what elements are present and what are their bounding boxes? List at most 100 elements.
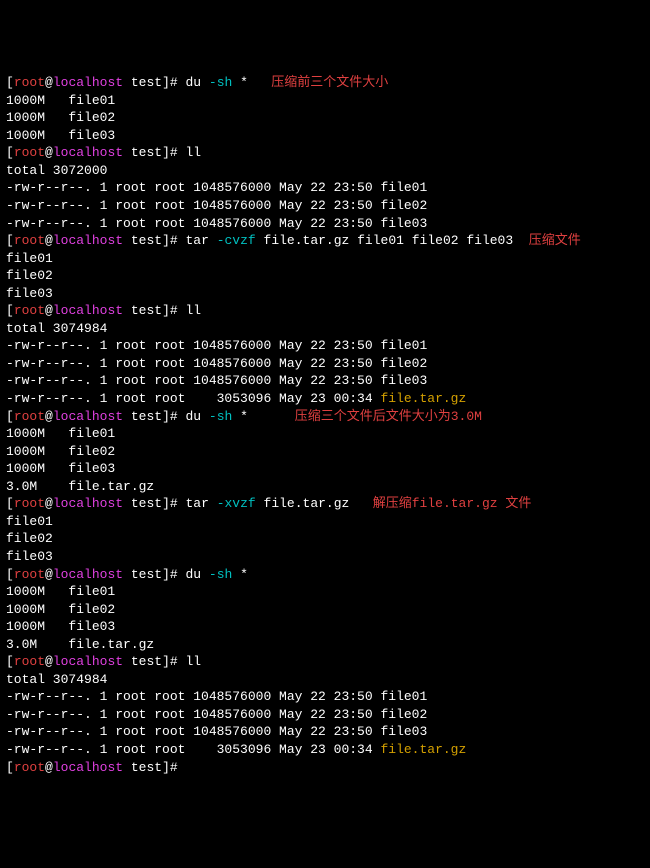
terminal-line: 1000M file01 bbox=[6, 92, 644, 110]
terminal-line: file02 bbox=[6, 530, 644, 548]
output-text: -rw-r--r--. 1 root root 1048576000 May 2… bbox=[6, 198, 427, 213]
command-flag: -sh bbox=[209, 567, 232, 582]
ls-entry: -rw-r--r--. 1 root root 3053096 May 23 0… bbox=[6, 742, 380, 757]
prompt-dir: test bbox=[123, 75, 162, 90]
annotation-comment: 压缩三个文件后文件大小为3.0M bbox=[248, 409, 482, 424]
command-text: ll bbox=[185, 145, 201, 160]
terminal-line: 1000M file02 bbox=[6, 109, 644, 127]
bracket-close: ]# bbox=[162, 75, 185, 90]
prompt-at: @ bbox=[45, 145, 53, 160]
prompt-user: root bbox=[14, 409, 45, 424]
output-text: file03 bbox=[6, 286, 53, 301]
prompt-user: root bbox=[14, 303, 45, 318]
bracket-open: [ bbox=[6, 233, 14, 248]
terminal-line: 1000M file03 bbox=[6, 618, 644, 636]
prompt-at: @ bbox=[45, 567, 53, 582]
prompt-dir: test bbox=[123, 145, 162, 160]
terminal-line: 1000M file02 bbox=[6, 601, 644, 619]
bracket-close: ]# bbox=[162, 654, 185, 669]
prompt-user: root bbox=[14, 496, 45, 511]
output-text: -rw-r--r--. 1 root root 1048576000 May 2… bbox=[6, 707, 427, 722]
bracket-close: ]# bbox=[162, 303, 185, 318]
bracket-close: ]# bbox=[162, 760, 185, 775]
command-text: tar bbox=[185, 496, 216, 511]
output-text: file01 bbox=[6, 251, 53, 266]
terminal-line: -rw-r--r--. 1 root root 1048576000 May 2… bbox=[6, 723, 644, 741]
prompt-dir: test bbox=[123, 496, 162, 511]
terminal-line: file01 bbox=[6, 250, 644, 268]
command-args: file.tar.gz file01 file02 file03 bbox=[256, 233, 513, 248]
output-text: -rw-r--r--. 1 root root 1048576000 May 2… bbox=[6, 356, 427, 371]
prompt-at: @ bbox=[45, 409, 53, 424]
prompt-host: localhost bbox=[53, 567, 123, 582]
terminal-line: -rw-r--r--. 1 root root 1048576000 May 2… bbox=[6, 355, 644, 373]
bracket-open: [ bbox=[6, 303, 14, 318]
command-flag: -cvzf bbox=[217, 233, 256, 248]
prompt-host: localhost bbox=[53, 654, 123, 669]
command-flag: -sh bbox=[209, 409, 232, 424]
bracket-open: [ bbox=[6, 760, 14, 775]
bracket-close: ]# bbox=[162, 145, 185, 160]
output-text: -rw-r--r--. 1 root root 1048576000 May 2… bbox=[6, 724, 427, 739]
output-text: -rw-r--r--. 1 root root 1048576000 May 2… bbox=[6, 338, 427, 353]
annotation-comment: 压缩文件 bbox=[513, 233, 581, 248]
output-text: 1000M file02 bbox=[6, 110, 115, 125]
terminal-line: [root@localhost test]# tar -xvzf file.ta… bbox=[6, 495, 644, 513]
output-text: total 3074984 bbox=[6, 321, 107, 336]
terminal-line: total 3072000 bbox=[6, 162, 644, 180]
output-text: -rw-r--r--. 1 root root 1048576000 May 2… bbox=[6, 373, 427, 388]
prompt-at: @ bbox=[45, 654, 53, 669]
terminal-line: -rw-r--r--. 1 root root 1048576000 May 2… bbox=[6, 706, 644, 724]
bracket-close: ]# bbox=[162, 496, 185, 511]
output-text: 1000M file01 bbox=[6, 584, 115, 599]
output-text: 1000M file01 bbox=[6, 426, 115, 441]
prompt-user: root bbox=[14, 75, 45, 90]
terminal-line: file03 bbox=[6, 548, 644, 566]
prompt-dir: test bbox=[123, 303, 162, 318]
terminal-line: 3.0M file.tar.gz bbox=[6, 636, 644, 654]
terminal-line: total 3074984 bbox=[6, 320, 644, 338]
prompt-user: root bbox=[14, 145, 45, 160]
prompt-at: @ bbox=[45, 760, 53, 775]
terminal-line: [root@localhost test]# bbox=[6, 759, 644, 777]
terminal-line: [root@localhost test]# du -sh * bbox=[6, 566, 644, 584]
bracket-open: [ bbox=[6, 654, 14, 669]
bracket-close: ]# bbox=[162, 409, 185, 424]
prompt-dir: test bbox=[123, 654, 162, 669]
terminal-line: 1000M file01 bbox=[6, 583, 644, 601]
terminal-line: -rw-r--r--. 1 root root 1048576000 May 2… bbox=[6, 372, 644, 390]
output-text: total 3072000 bbox=[6, 163, 107, 178]
terminal-line: -rw-r--r--. 1 root root 1048576000 May 2… bbox=[6, 688, 644, 706]
output-text: 3.0M file.tar.gz bbox=[6, 479, 154, 494]
terminal-line: 3.0M file.tar.gz bbox=[6, 478, 644, 496]
command-args: * bbox=[232, 409, 248, 424]
terminal-line: total 3074984 bbox=[6, 671, 644, 689]
terminal-line: [root@localhost test]# tar -cvzf file.ta… bbox=[6, 232, 644, 250]
terminal-line: [root@localhost test]# ll bbox=[6, 653, 644, 671]
prompt-at: @ bbox=[45, 496, 53, 511]
annotation-comment: 解压缩file.tar.gz 文件 bbox=[349, 496, 531, 511]
output-text: 3.0M file.tar.gz bbox=[6, 637, 154, 652]
output-text: -rw-r--r--. 1 root root 1048576000 May 2… bbox=[6, 180, 427, 195]
prompt-host: localhost bbox=[53, 303, 123, 318]
terminal-line: 1000M file01 bbox=[6, 425, 644, 443]
terminal-line: -rw-r--r--. 1 root root 3053096 May 23 0… bbox=[6, 741, 644, 759]
terminal-line: -rw-r--r--. 1 root root 1048576000 May 2… bbox=[6, 215, 644, 233]
terminal-line: file02 bbox=[6, 267, 644, 285]
command-args: file.tar.gz bbox=[256, 496, 350, 511]
prompt-user: root bbox=[14, 567, 45, 582]
terminal-line: [root@localhost test]# ll bbox=[6, 144, 644, 162]
output-text: file02 bbox=[6, 268, 53, 283]
bracket-open: [ bbox=[6, 145, 14, 160]
archive-filename: file.tar.gz bbox=[380, 391, 466, 406]
output-text: 1000M file02 bbox=[6, 444, 115, 459]
output-text: file03 bbox=[6, 549, 53, 564]
output-text: 1000M file03 bbox=[6, 619, 115, 634]
terminal-line: -rw-r--r--. 1 root root 3053096 May 23 0… bbox=[6, 390, 644, 408]
output-text: file02 bbox=[6, 531, 53, 546]
prompt-user: root bbox=[14, 233, 45, 248]
prompt-user: root bbox=[14, 654, 45, 669]
terminal-line: file01 bbox=[6, 513, 644, 531]
terminal-output: [root@localhost test]# du -sh * 压缩前三个文件大… bbox=[6, 74, 644, 776]
prompt-dir: test bbox=[123, 567, 162, 582]
